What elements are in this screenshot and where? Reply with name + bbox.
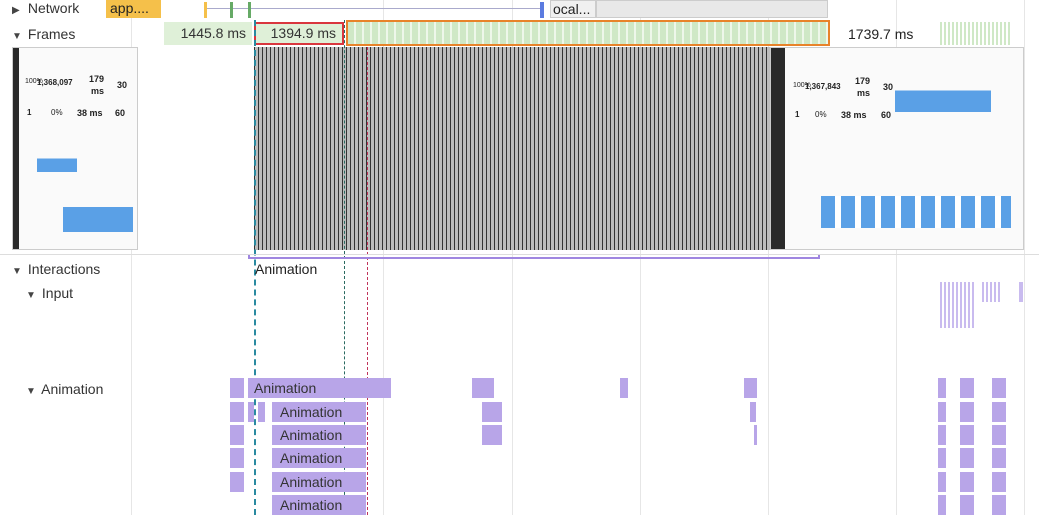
screenshot-value: 0% <box>51 108 63 117</box>
screenshot-chart <box>821 196 1011 228</box>
screenshot-value: 30 <box>117 80 128 90</box>
animation-bar[interactable]: Animation <box>272 472 366 492</box>
animation-bar[interactable] <box>482 402 502 422</box>
interaction-range-bracket[interactable] <box>248 255 820 259</box>
screenshot-value: 30 <box>883 82 894 92</box>
animation-bar[interactable] <box>960 402 974 422</box>
screenshot-sidebar <box>771 48 785 249</box>
animation-bar[interactable] <box>258 402 265 422</box>
animation-bar[interactable] <box>230 378 244 398</box>
animation-bar[interactable] <box>938 448 946 468</box>
animation-bar[interactable] <box>754 425 757 445</box>
network-request-bar[interactable]: app.... <box>106 0 161 18</box>
animation-bar[interactable] <box>472 378 494 398</box>
screenshot-chart <box>895 76 991 112</box>
interactions-track-label[interactable]: ▼ Interactions <box>12 261 100 277</box>
screenshot-value: 1,368,097 <box>37 78 73 87</box>
animation-bar[interactable] <box>248 402 254 422</box>
collapse-triangle-icon[interactable]: ▼ <box>26 386 38 397</box>
animation-bar[interactable]: Animation <box>272 448 366 468</box>
timeline-marker-line <box>367 47 368 515</box>
screenshot-value: 60 <box>115 108 126 118</box>
interaction-label: Animation <box>255 261 318 277</box>
screenshot-thumbnail[interactable]: 100% 1,368,097 179 ms 30 1 0% 38 ms 60 <box>12 47 138 250</box>
animation-bar[interactable] <box>750 402 756 422</box>
animation-bar[interactable] <box>960 378 974 398</box>
network-marker <box>248 2 251 18</box>
network-request-line <box>204 8 544 9</box>
screenshot-value: 0% <box>815 110 827 119</box>
animation-bar[interactable] <box>230 425 244 445</box>
frame-block-selected[interactable]: 1394.9 ms <box>254 22 344 45</box>
animation-bar[interactable] <box>992 448 1006 468</box>
frame-range-selection[interactable] <box>346 20 830 46</box>
animation-bar[interactable] <box>230 472 244 492</box>
network-request-bar <box>596 0 828 18</box>
animation-bar[interactable] <box>482 425 502 445</box>
animation-bar[interactable] <box>992 378 1006 398</box>
screenshot-value: ms <box>91 86 105 96</box>
screenshot-value: 60 <box>881 110 892 120</box>
collapse-triangle-icon[interactable]: ▼ <box>12 31 24 42</box>
animation-bar[interactable] <box>992 425 1006 445</box>
frames-track-label[interactable]: ▼ Frames <box>12 26 75 42</box>
animation-bar[interactable] <box>938 472 946 492</box>
animation-bar[interactable]: Animation <box>272 402 366 422</box>
screenshot-value: 179 <box>89 74 105 84</box>
collapse-triangle-icon[interactable]: ▼ <box>26 290 38 301</box>
animation-bar[interactable] <box>960 425 974 445</box>
animation-bar[interactable]: Animation <box>272 425 366 445</box>
animation-bar[interactable] <box>938 402 946 422</box>
animation-bar[interactable] <box>992 472 1006 492</box>
input-events[interactable] <box>982 282 1002 302</box>
animation-bar[interactable] <box>992 495 1006 515</box>
network-marker <box>540 2 544 18</box>
screenshot-filmstrip[interactable] <box>254 47 770 250</box>
animation-bar[interactable] <box>938 425 946 445</box>
animation-bar[interactable] <box>960 472 974 492</box>
animation-bar[interactable] <box>620 378 628 398</box>
animation-bar[interactable] <box>744 378 757 398</box>
screenshot-value: 38 ms <box>841 110 867 120</box>
frame-block[interactable]: 1739.7 ms <box>848 26 913 42</box>
frame-block[interactable]: 1445.8 ms <box>164 22 252 45</box>
input-events[interactable] <box>1019 282 1023 302</box>
collapse-triangle-icon[interactable]: ▼ <box>12 266 24 277</box>
screenshot-value: 1 <box>27 108 32 117</box>
frame-block-strip <box>940 22 1010 45</box>
screenshot-chart <box>63 196 133 232</box>
animation-bar[interactable] <box>992 402 1006 422</box>
animation-track-label[interactable]: ▼ Animation <box>26 381 103 397</box>
screenshot-value: ms <box>857 88 871 98</box>
screenshot-value: 1,367,843 <box>805 82 841 91</box>
input-track-label[interactable]: ▼ Input <box>26 285 73 301</box>
screenshot-chart <box>37 138 77 172</box>
animation-bar[interactable] <box>230 448 244 468</box>
network-track-label[interactable]: ▶ Network <box>12 0 79 16</box>
screenshot-thumbnail[interactable]: 100% 1,367,843 179 ms 30 1 0% 38 ms 60 <box>770 47 1024 250</box>
animation-bar[interactable]: Animation <box>248 378 391 398</box>
network-request-bar[interactable]: ocal... <box>550 0 596 18</box>
input-events[interactable] <box>940 282 974 328</box>
animation-bar[interactable]: Animation <box>272 495 366 515</box>
screenshot-value: 179 <box>855 76 871 86</box>
animation-bar[interactable] <box>938 378 946 398</box>
screenshot-value: 1 <box>795 110 800 119</box>
screenshot-value: 38 ms <box>77 108 103 118</box>
animation-bar[interactable] <box>938 495 946 515</box>
expand-triangle-icon[interactable]: ▶ <box>12 5 24 16</box>
network-marker <box>204 2 207 18</box>
network-marker <box>230 2 233 18</box>
animation-bar[interactable] <box>230 402 244 422</box>
screenshot-sidebar <box>13 48 19 249</box>
animation-bar[interactable] <box>960 495 974 515</box>
animation-bar[interactable] <box>960 448 974 468</box>
